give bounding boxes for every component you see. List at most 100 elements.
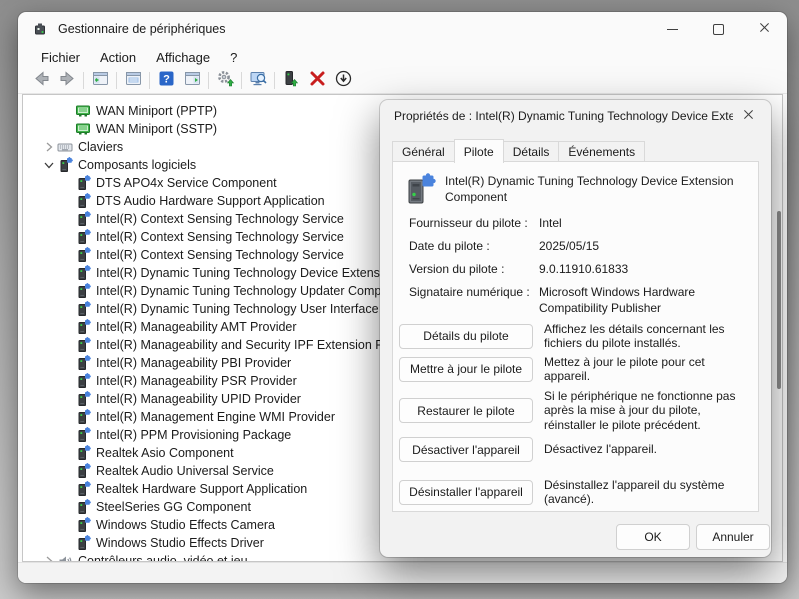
tree-item-label: SteelSeries GG Component	[96, 500, 251, 514]
device-name: Intel(R) Dynamic Tuning Technology Devic…	[445, 174, 757, 205]
action-description: Mettez à jour le pilote pour cet apparei…	[544, 355, 753, 384]
update-driver-button[interactable]: Mettre à jour le pilote	[399, 357, 533, 382]
dialog-titlebar: Propriétés de : Intel(R) Dynamic Tuning …	[380, 100, 771, 132]
ok-button[interactable]: OK	[616, 524, 690, 550]
device-manager-icon	[32, 21, 48, 37]
roll-back-driver-button[interactable]: Restaurer le pilote	[399, 398, 533, 423]
scan-hardware-changes-toolbar-button[interactable]	[245, 70, 271, 92]
tree-scrollbar-thumb[interactable]	[777, 211, 781, 389]
dialog-close-button[interactable]	[733, 104, 763, 128]
driver-details-button[interactable]: Détails du pilote	[399, 324, 533, 349]
software-component-icon	[57, 157, 73, 173]
disable-device-icon	[334, 69, 353, 93]
field-value: 2025/05/15	[539, 239, 749, 255]
software-component-icon	[75, 499, 91, 515]
tab-pilote[interactable]: Pilote	[454, 139, 504, 163]
software-component-icon	[75, 265, 91, 281]
toolbar-separator	[241, 72, 242, 89]
software-component-icon	[402, 172, 438, 208]
tree-item-label: Realtek Audio Universal Service	[96, 464, 274, 478]
tree-item-label: Intel(R) Manageability UPID Provider	[96, 392, 301, 406]
audio-controller-icon	[57, 553, 73, 562]
toolbar-separator	[274, 72, 275, 89]
properties-icon	[124, 69, 143, 93]
tab-evenements[interactable]: Événements	[558, 141, 645, 162]
tree-item-label: Intel(R) PPM Provisioning Package	[96, 428, 291, 442]
toolbar: ?	[18, 68, 787, 94]
action-pane-toolbar-button[interactable]	[179, 70, 205, 92]
scan-hardware-changes-icon	[249, 69, 268, 93]
action-disable-device: Désactiver l'appareil Désactivez l'appar…	[399, 437, 753, 462]
minimize-button[interactable]	[649, 12, 695, 46]
svg-text:?: ?	[163, 73, 170, 85]
properties-toolbar-button[interactable]	[120, 70, 146, 92]
chevron-down-icon[interactable]	[41, 157, 57, 173]
tree-item-label: Composants logiciels	[78, 158, 196, 172]
software-component-icon	[75, 427, 91, 443]
field-driver-version: Version du pilote : 9.0.11910.61833	[409, 262, 749, 278]
uninstall-device-button[interactable]: Désinstaller l'appareil	[399, 480, 533, 505]
back-toolbar-button[interactable]	[28, 70, 54, 92]
dialog-tabs: GénéralPiloteDétailsÉvénements	[392, 139, 644, 162]
action-description: Si le périphérique ne fonctionne pas apr…	[544, 389, 753, 432]
update-driver-toolbar-button[interactable]	[278, 70, 304, 92]
maximize-button[interactable]	[695, 12, 741, 46]
software-component-icon	[75, 193, 91, 209]
menu-affichage[interactable]: Affichage	[146, 48, 220, 67]
show-console-tree-icon	[91, 69, 110, 93]
field-driver-date: Date du pilote : 2025/05/15	[409, 239, 749, 255]
properties-dialog: Propriétés de : Intel(R) Dynamic Tuning …	[380, 100, 771, 557]
menu-help[interactable]: ?	[220, 48, 247, 67]
action-pane-icon	[183, 69, 202, 93]
close-icon	[759, 20, 770, 38]
tree-item-label: Intel(R) Dynamic Tuning Technology Updat…	[96, 284, 388, 298]
toolbar-separator	[208, 72, 209, 89]
desktop-background: Gestionnaire de périphériques Fichier Ac…	[0, 0, 799, 599]
action-description: Affichez les détails concernant les fich…	[544, 322, 753, 351]
menubar: Fichier Action Affichage ?	[18, 46, 787, 68]
software-component-icon	[75, 409, 91, 425]
add-drivers-toolbar-button[interactable]	[212, 70, 238, 92]
field-value: Intel	[539, 216, 749, 232]
menu-action[interactable]: Action	[90, 48, 146, 67]
tree-item-label: Intel(R) Management Engine WMI Provider	[96, 410, 335, 424]
back-icon	[32, 69, 51, 93]
field-label: Fournisseur du pilote :	[409, 216, 539, 232]
tree-item-label: Intel(R) Context Sensing Technology Serv…	[96, 248, 344, 262]
software-component-icon	[75, 481, 91, 497]
tab-general[interactable]: Général	[392, 141, 455, 162]
field-driver-provider: Fournisseur du pilote : Intel	[409, 216, 749, 232]
show-console-tree-toolbar-button[interactable]	[87, 70, 113, 92]
software-component-icon	[75, 211, 91, 227]
chevron-right-icon[interactable]	[41, 553, 57, 562]
chevron-right-icon[interactable]	[41, 139, 57, 155]
software-component-icon	[75, 445, 91, 461]
action-driver-details: Détails du pilote Affichez les détails c…	[399, 322, 753, 351]
tree-item-label: WAN Miniport (PPTP)	[96, 104, 217, 118]
update-driver-icon	[282, 69, 301, 93]
help-icon: ?	[157, 69, 176, 93]
network-adapter-icon	[75, 121, 91, 137]
action-roll-back-driver: Restaurer le pilote Si le périphérique n…	[399, 389, 753, 432]
disable-device-button[interactable]: Désactiver l'appareil	[399, 437, 533, 462]
keyboard-icon	[57, 139, 73, 155]
field-value: Microsoft Windows Hardware Compatibility…	[539, 285, 749, 316]
disable-device-toolbar-button[interactable]	[330, 70, 356, 92]
cancel-button[interactable]: Annuler	[696, 524, 770, 550]
uninstall-device-toolbar-button[interactable]	[304, 70, 330, 92]
software-component-icon	[75, 319, 91, 335]
action-uninstall-device: Désinstaller l'appareil Désinstallez l'a…	[399, 478, 753, 507]
tree-item-label: Intel(R) Dynamic Tuning Technology Devic…	[96, 266, 397, 280]
help-toolbar-button[interactable]: ?	[153, 70, 179, 92]
tree-item-label: Intel(R) Dynamic Tuning Technology User …	[96, 302, 397, 316]
field-label: Date du pilote :	[409, 239, 539, 255]
tree-item-label: DTS Audio Hardware Support Application	[96, 194, 325, 208]
network-adapter-icon	[75, 103, 91, 119]
forward-icon	[58, 69, 77, 93]
tree-item-label: Claviers	[78, 140, 123, 154]
menu-fichier[interactable]: Fichier	[31, 48, 90, 67]
tree-item-label: Intel(R) Manageability and Security IPF …	[96, 338, 401, 352]
forward-toolbar-button[interactable]	[54, 70, 80, 92]
close-button[interactable]	[741, 12, 787, 46]
tab-details[interactable]: Détails	[503, 141, 560, 162]
